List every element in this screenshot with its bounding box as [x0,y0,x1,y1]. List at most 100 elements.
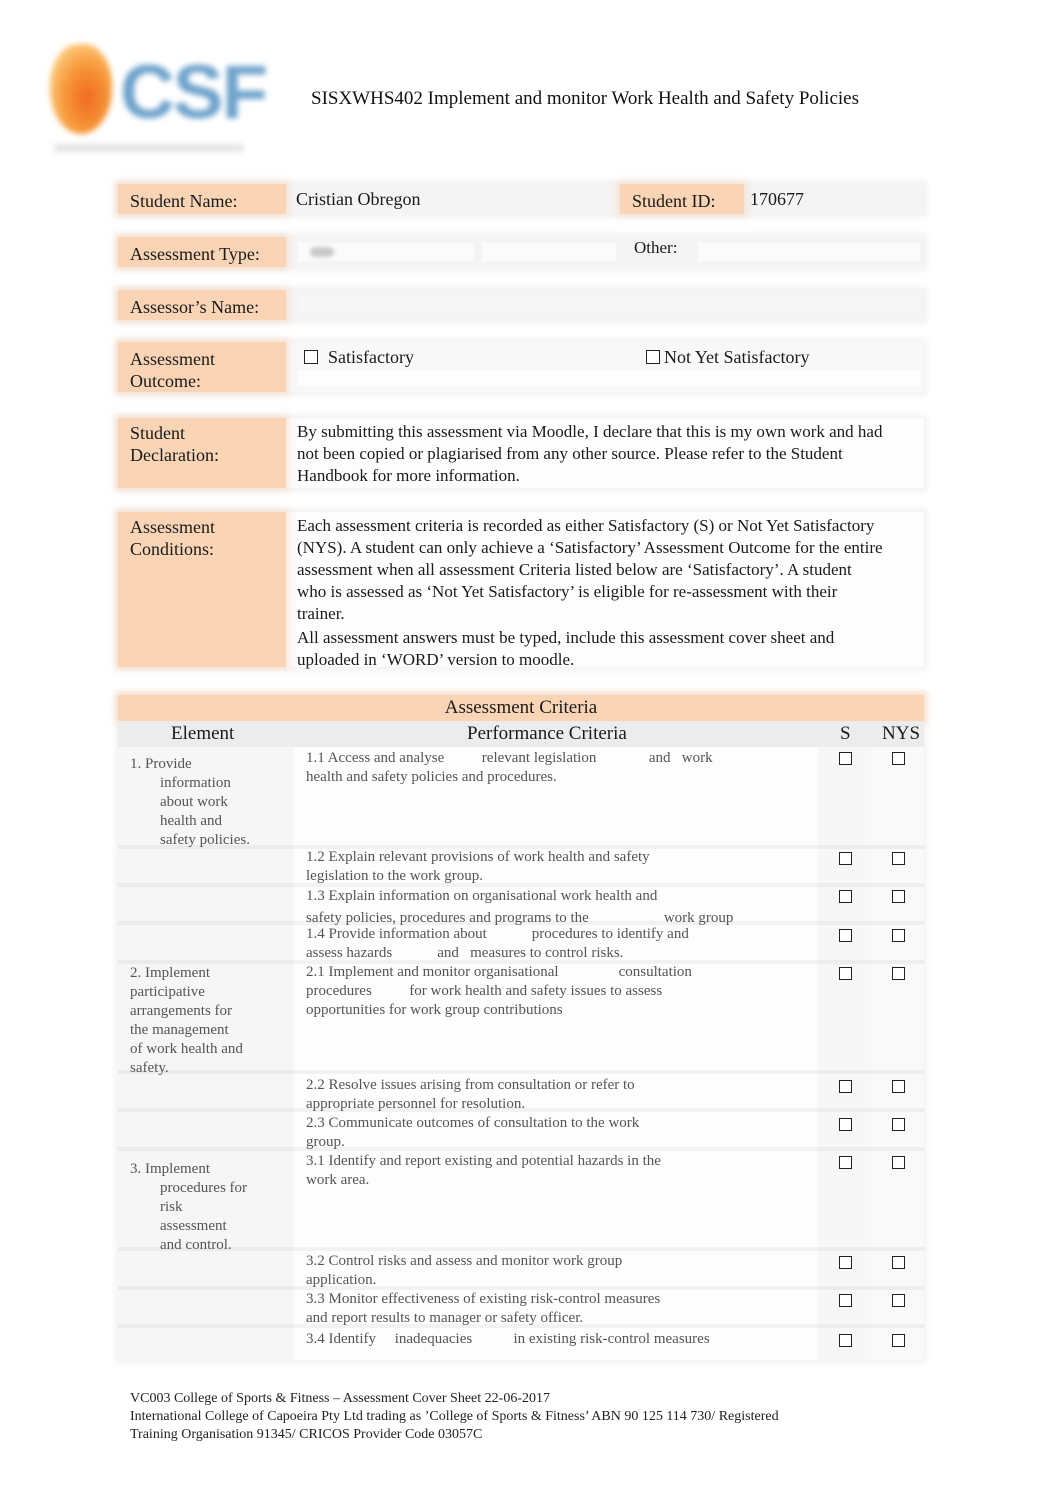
dropdown-value-placeholder [310,247,334,257]
conditions-label-line1: Assessment [130,517,215,537]
criterion-line: 3.2 Control risks and assess and monitor… [306,1253,623,1269]
assessor-name-label: Assessor’s Name: [118,290,286,320]
document-title: SISXWHS402 Implement and monitor Work He… [311,88,859,109]
criterion-line: 3.1 Identify and report existing and pot… [306,1153,661,1169]
criterion-line: 1.3 Explain information on organisationa… [306,888,658,904]
nys-checkbox-2-3[interactable] [892,1118,905,1131]
nys-checkbox-3-4[interactable] [892,1334,905,1347]
student-id-field[interactable]: 170677 [750,188,804,210]
s-checkbox-3-3[interactable] [839,1294,852,1307]
criterion-line: 1.1 Access and analyse relevant legislat… [306,750,713,766]
assessor-name-field[interactable] [298,296,918,314]
student-name-label: Student Name: [118,184,286,214]
assessment-type-dropdown[interactable] [298,243,474,261]
satisfactory-checkbox[interactable] [304,350,318,364]
logo-tagline [54,144,244,152]
s-checkbox-1-4[interactable] [839,929,852,942]
conditions-line: uploaded in ‘WORD’ version to moodle. [297,650,575,669]
element-1: 1. Provide information about work health… [130,755,280,850]
criterion-line: 2.2 Resolve issues arising from consulta… [306,1077,635,1093]
student-name-field[interactable]: Cristian Obregon [296,188,420,210]
assessor-row: Assessor’s Name: [118,290,924,320]
declaration-label-line2: Declaration: [130,445,219,465]
performance-criterion-2-1: 2.1 Implement and monitor organisational… [306,963,786,1020]
criterion-line: 1.4 Provide information about procedures… [306,926,689,942]
element-3: 3. Implement procedures for risk assessm… [130,1160,280,1255]
s-checkbox-3-1[interactable] [839,1156,852,1169]
nys-checkbox-3-1[interactable] [892,1156,905,1169]
not-yet-satisfactory-option[interactable]: Not Yet Satisfactory [646,346,810,368]
header-element: Element [171,723,235,744]
criterion-line: 3.4 Identify inadequacies in existing ri… [306,1331,710,1347]
not-yet-satisfactory-checkbox[interactable] [646,350,660,364]
nys-checkbox-3-3[interactable] [892,1294,905,1307]
other-field[interactable] [698,243,920,261]
assessment-conditions-row: Assessment Conditions: Each assessment c… [118,512,924,669]
crest-icon [50,44,112,134]
criterion-line: 2.1 Implement and monitor organisational… [306,964,692,980]
header-performance-criteria: Performance Criteria [467,723,627,744]
criteria-title: Assessment Criteria [118,695,924,721]
footer-line-1: VC003 College of Sports & Fitness – Asse… [130,1391,550,1406]
element-2-line: the management [130,1022,229,1038]
performance-criterion-3-1: 3.1 Identify and report existing and pot… [306,1152,786,1190]
s-checkbox-2-1[interactable] [839,967,852,980]
declaration-line: not been copied or plagiarised from any … [297,444,843,463]
nys-checkbox-1-3[interactable] [892,890,905,903]
performance-criterion-1-3: 1.3 Explain information on organisationa… [306,887,786,928]
criterion-line: 2.3 Communicate outcomes of consultation… [306,1115,640,1131]
s-checkbox-3-4[interactable] [839,1334,852,1347]
nys-checkbox-3-2[interactable] [892,1256,905,1269]
criterion-line: legislation to the work group. [306,868,484,884]
footer-line-3: Training Organisation 91345/ CRICOS Prov… [130,1427,483,1442]
student-id-label: Student ID: [620,184,744,214]
criterion-line: health and safety policies and procedure… [306,769,557,785]
element-2-line: participative [130,984,205,1000]
element-2-line: arrangements for [130,1003,233,1019]
s-checkbox-1-2[interactable] [839,852,852,865]
performance-criterion-1-2: 1.2 Explain relevant provisions of work … [306,848,786,886]
outcome-label-line2: Outcome: [130,371,201,391]
element-3-line: procedures for [160,1180,248,1196]
element-3-title: 3. Implement [130,1161,210,1177]
criteria-header-row: Element Performance Criteria S NYS [118,721,924,747]
nys-checkbox-2-2[interactable] [892,1080,905,1093]
element-2-line: of work health and [130,1041,243,1057]
assessment-conditions-label: Assessment Conditions: [118,512,286,667]
conditions-label-line2: Conditions: [130,539,215,559]
criterion-line: opportunities for work group contributio… [306,1002,563,1018]
declaration-label-line1: Student [130,423,186,443]
header-s: S [840,723,851,744]
s-checkbox-2-2[interactable] [839,1080,852,1093]
document-footer: VC003 College of Sports & Fitness – Asse… [130,1390,779,1444]
performance-criterion-1-4: 1.4 Provide information about procedures… [306,925,786,963]
element-1-line: health and [160,813,223,829]
criterion-line: and report results to manager or safety … [306,1310,584,1326]
nys-checkbox-1-4[interactable] [892,929,905,942]
element-1-title: 1. Provide [130,756,192,772]
footer-line-2: International College of Capoeira Pty Lt… [130,1409,779,1424]
satisfactory-option[interactable]: Satisfactory [304,346,414,368]
satisfactory-label: Satisfactory [328,347,414,367]
performance-criterion-2-2: 2.2 Resolve issues arising from consulta… [306,1076,786,1114]
conditions-line: Each assessment criteria is recorded as … [297,516,875,535]
nys-checkbox-1-1[interactable] [892,752,905,765]
assessment-outcome-label: Assessment Outcome: [118,342,286,392]
element-3-line: and control. [160,1237,232,1253]
criterion-line: application. [306,1272,377,1288]
declaration-line: Handbook for more information. [297,466,520,485]
s-checkbox-3-2[interactable] [839,1256,852,1269]
not-yet-satisfactory-label: Not Yet Satisfactory [664,347,810,367]
s-checkbox-1-1[interactable] [839,752,852,765]
nys-checkbox-1-2[interactable] [892,852,905,865]
criterion-line: 3.3 Monitor effectiveness of existing ri… [306,1291,661,1307]
logo-wordmark: CSF [120,50,268,135]
s-checkbox-1-3[interactable] [839,890,852,903]
criterion-line: assess hazards and measures to control r… [306,945,624,961]
criterion-line: group. [306,1134,345,1150]
nys-checkbox-2-1[interactable] [892,967,905,980]
s-checkbox-2-3[interactable] [839,1118,852,1131]
assessment-type-secondary-field[interactable] [482,243,616,261]
element-3-line: assessment [160,1218,227,1234]
performance-criterion-3-2: 3.2 Control risks and assess and monitor… [306,1252,786,1290]
